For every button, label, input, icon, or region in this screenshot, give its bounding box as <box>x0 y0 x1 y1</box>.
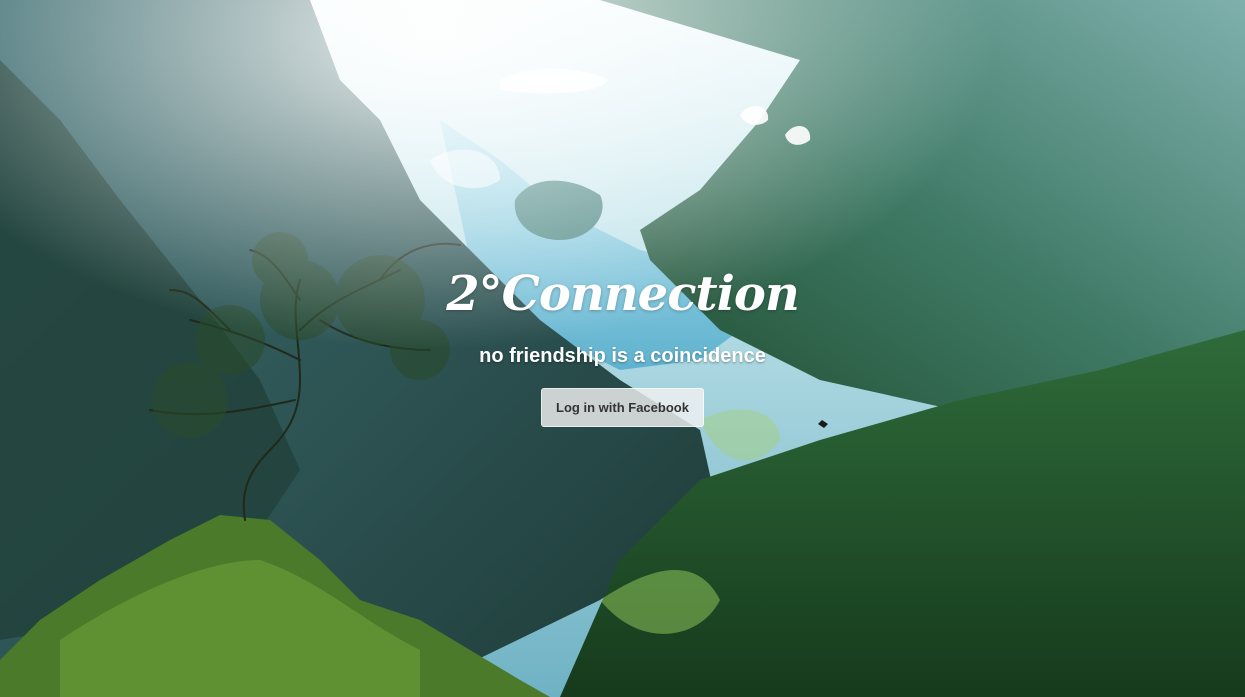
facebook-login-button[interactable]: Log in with Facebook <box>541 388 704 427</box>
tagline: no friendship is a coincidence <box>479 345 766 367</box>
login-button-wrapper: Log in with Facebook <box>0 368 1245 427</box>
hero-section: 2°Connection no friendship is a coincide… <box>0 262 1245 427</box>
app-title: 2°Connection <box>446 266 800 322</box>
